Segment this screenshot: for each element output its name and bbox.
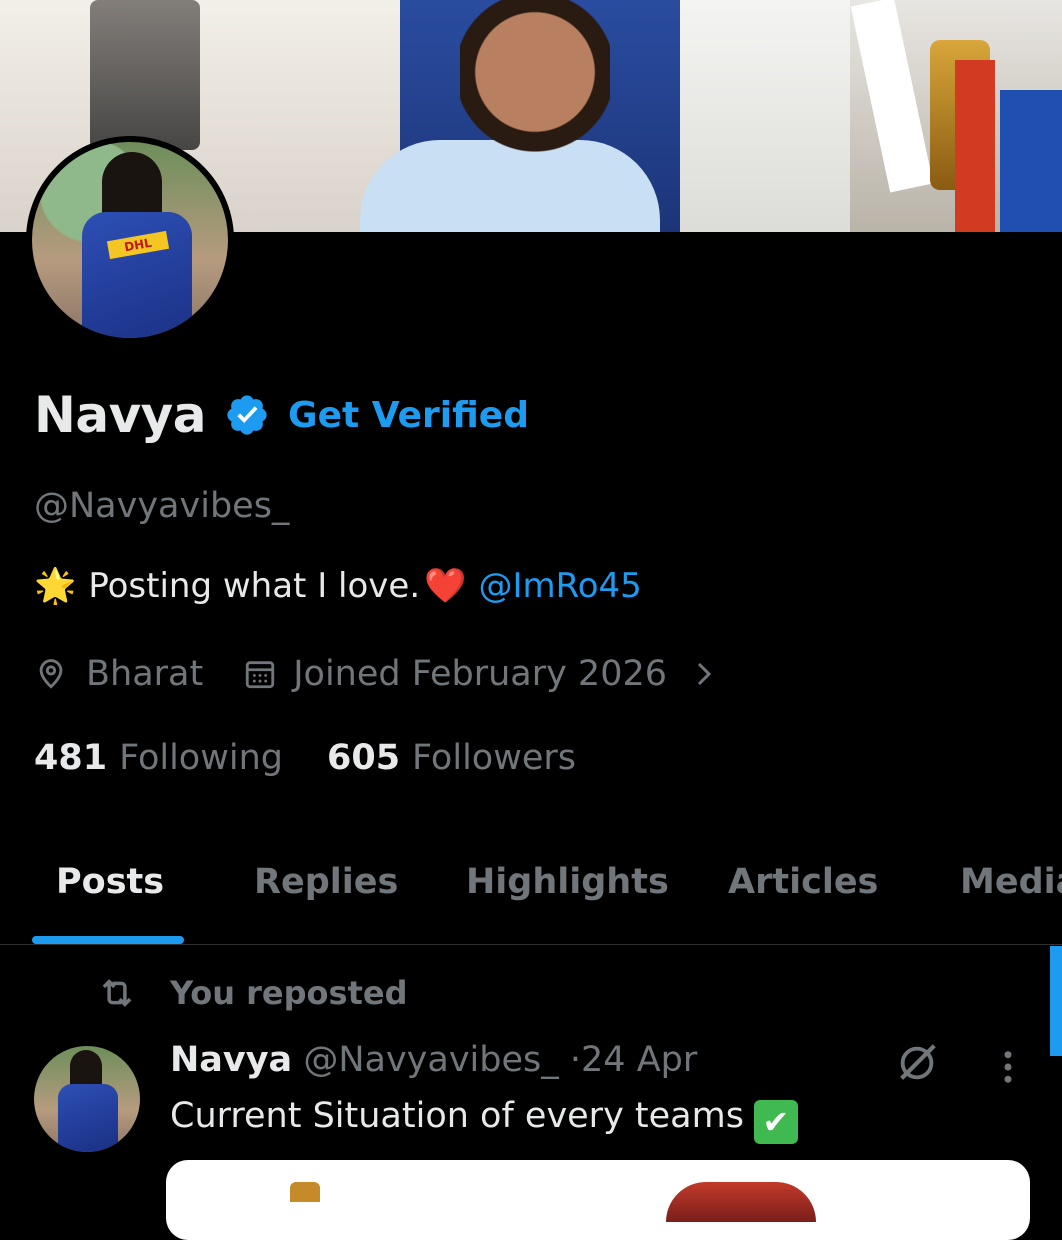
tab-articles[interactable]: Articles bbox=[728, 862, 878, 902]
tab-highlights[interactable]: Highlights bbox=[466, 862, 669, 902]
media-emblem-right bbox=[666, 1182, 816, 1222]
bio-text: Posting what I love. bbox=[88, 566, 421, 606]
profile-joined-date: Joined February 2026 bbox=[293, 654, 668, 694]
repost-label: You reposted bbox=[170, 974, 408, 1012]
profile-handle: @Navyavibes_ bbox=[34, 486, 290, 526]
profile-tabs: Posts Replies Highlights Articles Media bbox=[0, 846, 1062, 945]
banner-ribbon bbox=[955, 60, 995, 232]
banner-photo-player-smiling bbox=[360, 0, 680, 232]
scrollbar[interactable] bbox=[1050, 946, 1062, 1056]
avatar-jersey-logo: DHL bbox=[106, 230, 170, 260]
active-tab-indicator bbox=[32, 936, 184, 944]
profile-name: Navya bbox=[34, 386, 207, 444]
following-link[interactable]: 481 Following bbox=[34, 738, 283, 778]
banner-photo-trophy-kiss bbox=[850, 0, 1062, 232]
post-author-name[interactable]: Navya bbox=[170, 1040, 292, 1080]
followers-count: 605 bbox=[326, 738, 401, 778]
banner-photo-white-kit bbox=[680, 0, 850, 232]
bio-mention-link[interactable]: @ImRo45 bbox=[478, 566, 641, 606]
following-label: Following bbox=[119, 738, 283, 778]
followers-label: Followers bbox=[412, 738, 576, 778]
more-vertical-icon[interactable] bbox=[994, 1046, 1022, 1088]
post-date[interactable]: 24 Apr bbox=[581, 1040, 697, 1080]
verified-badge-icon[interactable] bbox=[224, 392, 270, 438]
banner-bat bbox=[850, 0, 934, 193]
banner-jersey bbox=[1000, 90, 1062, 232]
grok-icon[interactable] bbox=[894, 1040, 940, 1086]
post-header: Navya @Navyavibes_ ·24 Apr bbox=[170, 1040, 697, 1080]
bio-star-emoji: 🌟 bbox=[34, 566, 77, 606]
chevron-right-icon[interactable] bbox=[689, 659, 719, 689]
avatar-jersey: DHL bbox=[82, 212, 192, 338]
profile-stats: 481 Following 605 Followers bbox=[34, 738, 576, 778]
banner-trophy bbox=[90, 0, 200, 150]
bio-heart-emoji: ❤️ bbox=[424, 566, 467, 606]
post-avatar-jersey bbox=[58, 1084, 118, 1152]
tab-media[interactable]: Media bbox=[960, 862, 1062, 902]
repost-icon bbox=[102, 979, 132, 1007]
post-author-avatar[interactable] bbox=[34, 1046, 140, 1152]
repost-context: You reposted bbox=[96, 972, 407, 1014]
profile-name-row: Navya Get Verified bbox=[34, 386, 529, 444]
profile-location: Bharat bbox=[86, 654, 204, 694]
tab-replies[interactable]: Replies bbox=[254, 862, 398, 902]
followers-link[interactable]: 605 Followers bbox=[327, 738, 576, 778]
post-separator: · bbox=[569, 1040, 582, 1080]
post-body: Current Situation of every teams bbox=[170, 1096, 744, 1136]
profile-bio: 🌟 Posting what I love. ❤️ @ImRo45 bbox=[34, 566, 642, 606]
post-media-image[interactable] bbox=[166, 1160, 1030, 1240]
location-pin-icon bbox=[39, 659, 63, 689]
check-mark-emoji: ✔ bbox=[753, 1100, 798, 1144]
get-verified-link[interactable]: Get Verified bbox=[288, 395, 529, 436]
post-author-handle[interactable]: @Navyavibes_ bbox=[303, 1040, 558, 1080]
banner-face bbox=[460, 0, 610, 180]
profile-avatar[interactable]: DHL bbox=[26, 136, 234, 344]
profile-meta: Bharat Joined February 2026 bbox=[34, 654, 719, 694]
tab-posts[interactable]: Posts bbox=[56, 862, 164, 902]
calendar-icon bbox=[246, 661, 275, 689]
post-text: Current Situation of every teams ✔ bbox=[170, 1096, 798, 1144]
following-count: 481 bbox=[34, 738, 108, 778]
media-emblem-left bbox=[290, 1182, 320, 1202]
